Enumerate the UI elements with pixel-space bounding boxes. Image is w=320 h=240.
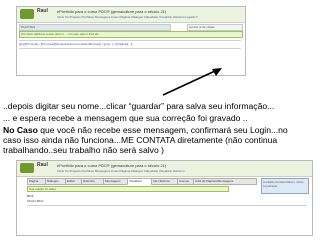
caption-line: ... e espera recebe a mensagem que sua c… <box>3 113 248 123</box>
save-confirmation: Sua edição foi salva. <box>27 186 229 192</box>
caption-line: No Caso que você não recebe esse mensage… <box>3 125 288 135</box>
visits-box: pontos nr.de visitas <box>187 24 243 31</box>
wiki-logo-icon <box>20 163 34 173</box>
tab-page[interactable]: Página <box>27 178 47 185</box>
caption-emphasis: No Caso <box>3 125 38 135</box>
top-wiki-screenshot: Raul ePortfólio para o curso PDC® (gemac… <box>16 6 246 76</box>
caption-line: ..depois digitar seu nome...clicar “guar… <box>3 101 275 111</box>
wiki-site-name: Raul <box>37 162 48 168</box>
divider <box>19 40 241 41</box>
caption-text: que você não recebe esse mensagem, confi… <box>37 125 288 135</box>
tab-view[interactable]: Visualizar <box>127 178 153 185</box>
caption-line: trabalhando..seu trabalho não será salvo… <box>3 145 164 155</box>
tab-messages[interactable]: Mensagens <box>103 178 129 185</box>
caption-line: caso isso ainda não funciona...ME CONTAT… <box>3 135 278 145</box>
tab-history[interactable]: Histórico <box>81 178 105 185</box>
wiki-header: Raul ePortfólio para o curso PDC® (gemac… <box>17 7 245 23</box>
user-note-text: A edição do Raul Raul e muito importante… <box>263 180 304 188</box>
wiki-logo-icon <box>20 9 34 19</box>
notice-box: Por favor adicione a este título o ... e… <box>19 31 243 38</box>
bottom-wiki-screenshot: Raul ePortfólio para o curso PDC® (gemac… <box>16 160 313 236</box>
divider <box>19 48 241 49</box>
visits-label: pontos nr.de visitas <box>189 25 215 29</box>
wiki-site-title: ePortfólio para o curso PDC® (gemacultur… <box>57 163 167 168</box>
tab-class-pages[interactable]: Aula da Páginas/Mensagens <box>193 178 257 185</box>
user-note-box: A edição do Raul Raul e muito importante… <box>261 178 309 194</box>
wiki-menu[interactable]: Início Os Projetos Portfólios Mensagens … <box>57 15 198 19</box>
field-label: RUA <box>27 194 34 198</box>
wiki-site-title: ePortfólio para o curso PDC® (gemacultur… <box>57 9 167 14</box>
tab-dialogs[interactable]: Diálogos <box>45 178 67 185</box>
page-name-label: PALPITES <box>21 25 36 29</box>
save-confirmation-text: Sua edição foi salva. <box>29 187 57 191</box>
notice-text: Por favor adicione a este título o ... e… <box>21 32 102 36</box>
wiki-menu[interactable]: Início Os Projetos Portfólios Mensagens … <box>57 169 185 173</box>
sub-label: DESCUBRA <box>27 199 44 203</box>
link-row[interactable]: [[pg][Principal] • [[Principal][Pesquisa… <box>19 42 132 46</box>
divider <box>27 205 307 206</box>
wiki-site-name: Raul <box>37 8 48 14</box>
tab-view-history[interactable]: Ver Histórico <box>151 178 179 185</box>
wiki-header: Raul ePortfólio para o curso PDC® (gemac… <box>17 161 312 177</box>
page-name-field[interactable]: PALPITES <box>19 24 171 31</box>
